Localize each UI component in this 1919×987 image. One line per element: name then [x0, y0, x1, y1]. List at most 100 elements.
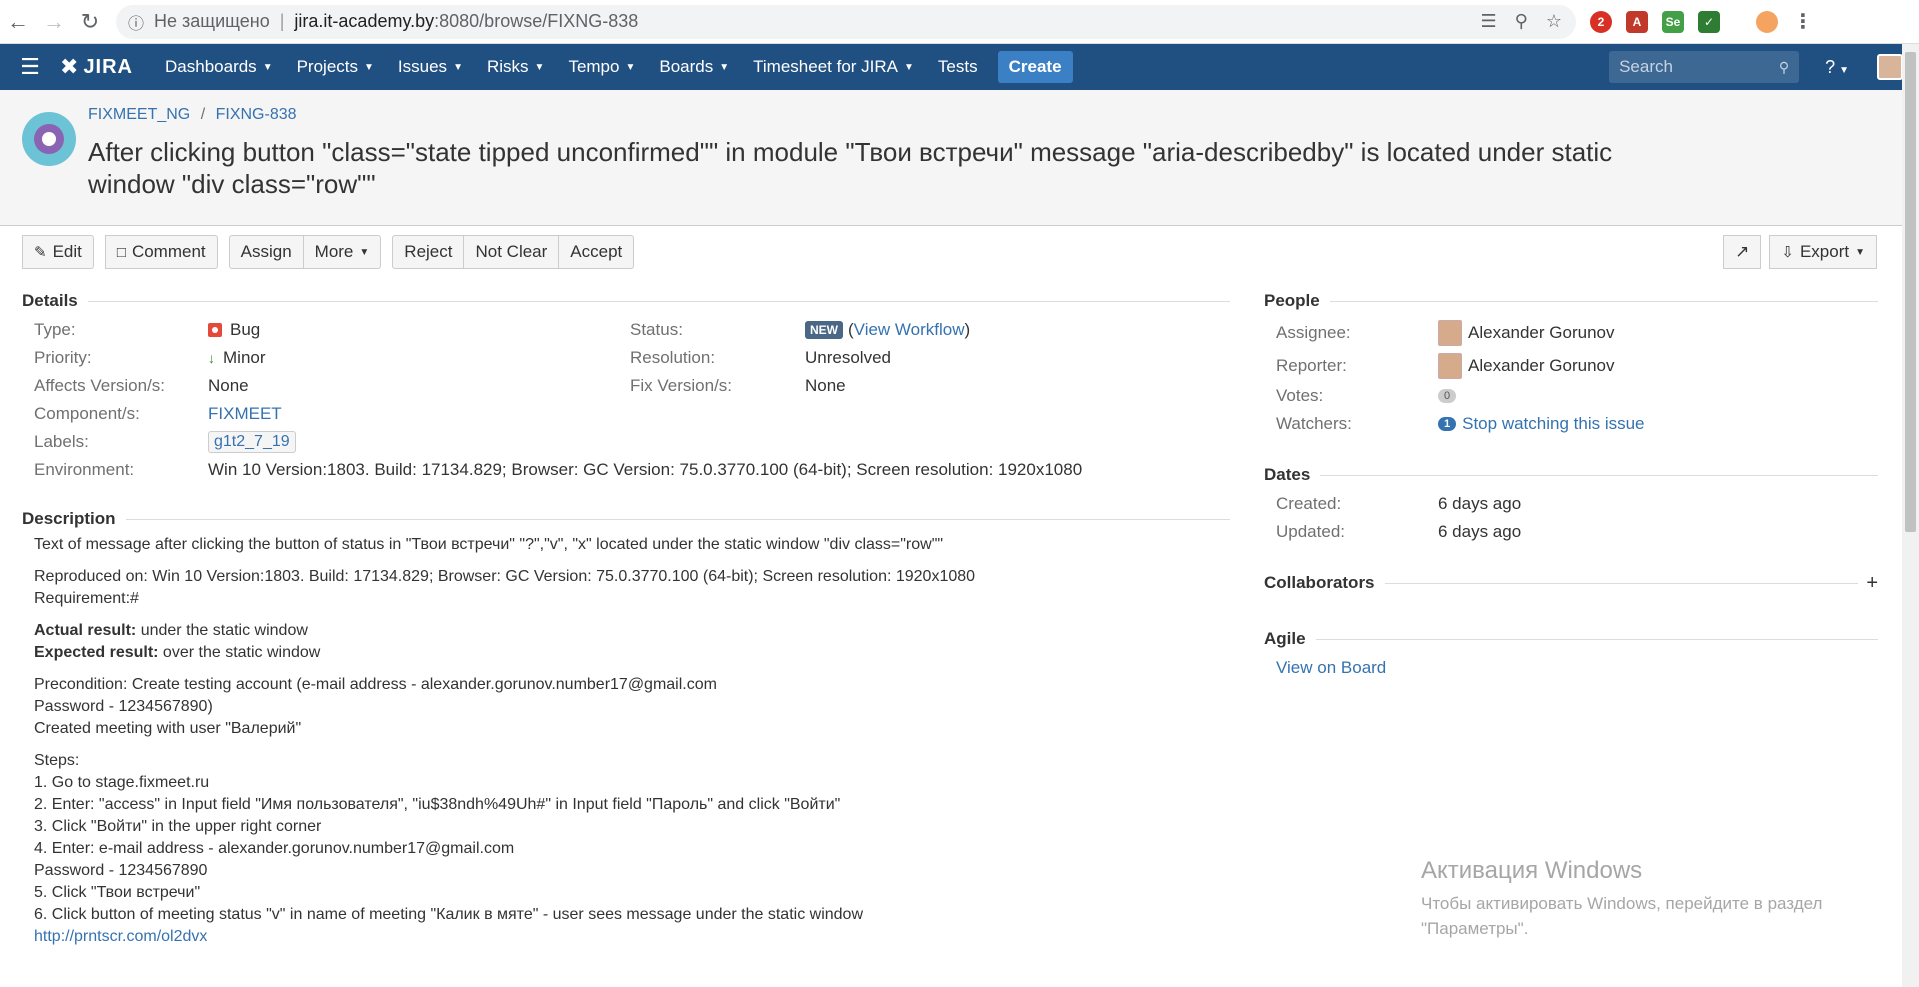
nav-risks[interactable]: Risks ▼	[475, 44, 556, 90]
separator: |	[279, 11, 285, 31]
address-bar[interactable]: ⓘ Не защищено | jira.it-academy.by :8080…	[116, 4, 1576, 39]
issue-body: Details Type: Bug Priority: ↓ Minor Affects…	[0, 278, 1919, 958]
nav-dashboards[interactable]: Dashboards ▼	[153, 44, 285, 90]
chevron-down-icon: ▼	[453, 61, 463, 73]
url-path: :8080/browse/FIXNG-838	[434, 11, 639, 31]
people-module: Assignee: Alexander Gorunov Reporter: Alex…	[1264, 316, 1878, 438]
jira-header: ☰ ✖ JIRA Dashboards ▼ Projects ▼ Issues ▼ R…	[0, 44, 1919, 90]
chevron-down-icon: ▼	[1855, 246, 1865, 258]
view-workflow-link[interactable]: View Workflow	[854, 320, 965, 340]
export-button[interactable]: ⇩ Export ▼	[1769, 235, 1877, 269]
chevron-down-icon: ▼	[262, 61, 273, 73]
reporter-avatar	[1438, 352, 1462, 379]
reload-icon[interactable]: ↻	[72, 4, 108, 40]
details-heading: Details	[22, 286, 1230, 316]
collaborators-heading: Collaborators +	[1264, 571, 1878, 595]
updated-date: 6 days ago	[1438, 522, 1522, 541]
assignee-avatar	[1438, 319, 1462, 346]
forward-icon[interactable]: →	[36, 4, 72, 40]
agile-heading: Agile	[1264, 624, 1878, 654]
issue-header: FIXMEET_NG / FIXNG-838 After clicking bu…	[0, 90, 1919, 226]
pencil-icon: ✎	[34, 244, 47, 261]
nav-boards[interactable]: Boards ▼	[647, 44, 741, 90]
chevron-down-icon: ▼	[534, 61, 545, 73]
edit-button[interactable]: ✎ Edit	[22, 235, 94, 269]
nav-tempo[interactable]: Tempo ▼	[556, 44, 647, 90]
created-date: 6 days ago	[1438, 494, 1522, 513]
component-link[interactable]: FIXMEET	[208, 404, 282, 424]
app-switcher-icon[interactable]: ☰	[0, 54, 60, 80]
watchers-count[interactable]: 1	[1438, 417, 1457, 431]
not-clear-button[interactable]: Not Clear	[464, 235, 560, 269]
info-icon[interactable]: ⓘ	[128, 10, 144, 34]
extension-green-icon[interactable]: ✓	[1698, 10, 1720, 33]
translate-icon[interactable]: ☰	[1481, 11, 1497, 32]
page-scrollbar[interactable]	[1902, 44, 1919, 987]
issue-summary[interactable]: After clicking button "class="state tipp…	[88, 136, 1648, 200]
stop-watching-link[interactable]: Stop watching this issue	[1462, 414, 1644, 434]
nav-tests[interactable]: Tests	[926, 44, 990, 90]
screenshot-link[interactable]: http://prntscr.com/ol2dvx	[34, 928, 207, 945]
extensions: 2 A Se ✓ ⋮	[1590, 10, 1814, 33]
people-heading: People	[1264, 286, 1878, 316]
priority-minor-icon: ↓	[208, 350, 215, 366]
nav-timesheet[interactable]: Timesheet for JIRA ▼	[741, 44, 926, 90]
jira-logo-text: JIRA	[83, 55, 134, 78]
extension-pdf-icon[interactable]: A	[1626, 10, 1648, 33]
breadcrumb: FIXMEET_NG / FIXNG-838	[88, 106, 297, 123]
chevron-down-icon: ▼	[719, 61, 730, 73]
breadcrumb-issue-key[interactable]: FIXNG-838	[216, 106, 297, 123]
reporter-name[interactable]: Alexander Gorunov	[1468, 356, 1614, 376]
windows-activation-watermark: Активация Windows Чтобы активировать Win…	[1421, 857, 1823, 938]
issue-ops-bar: ✎ Edit □ Comment Assign More ▼ Reject Not C…	[0, 226, 1919, 278]
assign-button[interactable]: Assign	[228, 235, 304, 269]
dates-module: Created: 6 days ago Updated: 6 days ago	[1276, 494, 1522, 541]
search-icon: ⚲	[1778, 58, 1790, 75]
user-avatar[interactable]	[1877, 54, 1903, 80]
jira-logo-icon: ✖	[60, 54, 80, 79]
view-on-board-link[interactable]: View on Board	[1276, 658, 1386, 678]
extension-red-icon[interactable]: 2	[1590, 10, 1612, 33]
search-input[interactable]: Search ⚲	[1609, 51, 1800, 83]
menu-dots-icon[interactable]: ⋮	[1792, 11, 1814, 33]
url-host: jira.it-academy.by	[294, 11, 435, 31]
left-column: Details Type: Bug Priority: ↓ Minor Affects…	[22, 278, 1230, 958]
accept-button[interactable]: Accept	[559, 235, 635, 269]
description-heading: Description	[22, 504, 1230, 534]
project-avatar[interactable]	[22, 112, 76, 166]
add-collaborator-icon[interactable]: +	[1866, 572, 1878, 595]
back-icon[interactable]: ←	[0, 4, 36, 40]
breadcrumb-project[interactable]: FIXMEET_NG	[88, 106, 190, 123]
extension-selenium-icon[interactable]: Se	[1662, 10, 1684, 33]
chevron-down-icon: ▼	[625, 61, 636, 73]
nav-issues[interactable]: Issues ▼	[386, 44, 475, 90]
profile-icon[interactable]	[1756, 10, 1778, 33]
comment-icon: □	[116, 243, 126, 261]
zoom-icon[interactable]: ⚲	[1515, 11, 1528, 32]
nav-projects[interactable]: Projects ▼	[285, 44, 386, 90]
main-nav: Dashboards ▼ Projects ▼ Issues ▼ Risks ▼ Tem…	[153, 44, 1073, 90]
comment-button[interactable]: □ Comment	[104, 235, 218, 269]
details-module: Type: Bug Priority: ↓ Minor Affects Version…	[34, 320, 1083, 479]
dates-heading: Dates	[1264, 460, 1878, 490]
jira-logo[interactable]: ✖ JIRA	[60, 54, 133, 80]
share-icon: ↗	[1735, 242, 1750, 261]
affects-version: None	[208, 376, 249, 395]
description-body[interactable]: Text of message after clicking the butto…	[22, 534, 1230, 948]
help-icon[interactable]: ? ▼	[1825, 57, 1849, 78]
issue-type: Bug	[230, 320, 261, 339]
votes-count[interactable]: 0	[1438, 389, 1457, 403]
reject-button[interactable]: Reject	[392, 235, 465, 269]
scrollbar-thumb[interactable]	[1905, 52, 1916, 532]
issue-priority: Minor	[223, 348, 266, 367]
right-column: People Assignee: Alexander Gorunov Report…	[1264, 278, 1878, 958]
share-button[interactable]: ↗	[1723, 235, 1762, 269]
not-secure-label: Не защищено	[154, 11, 270, 31]
bookmark-star-icon[interactable]: ☆	[1546, 11, 1562, 32]
create-button[interactable]: Create	[997, 51, 1073, 83]
assignee-name[interactable]: Alexander Gorunov	[1468, 323, 1614, 343]
label-tag[interactable]: g1t2_7_19	[208, 431, 296, 453]
browser-toolbar: ← → ↻ ⓘ Не защищено | jira.it-academy.by…	[0, 0, 1919, 44]
fix-version: None	[805, 376, 846, 395]
more-button[interactable]: More ▼	[303, 235, 382, 269]
